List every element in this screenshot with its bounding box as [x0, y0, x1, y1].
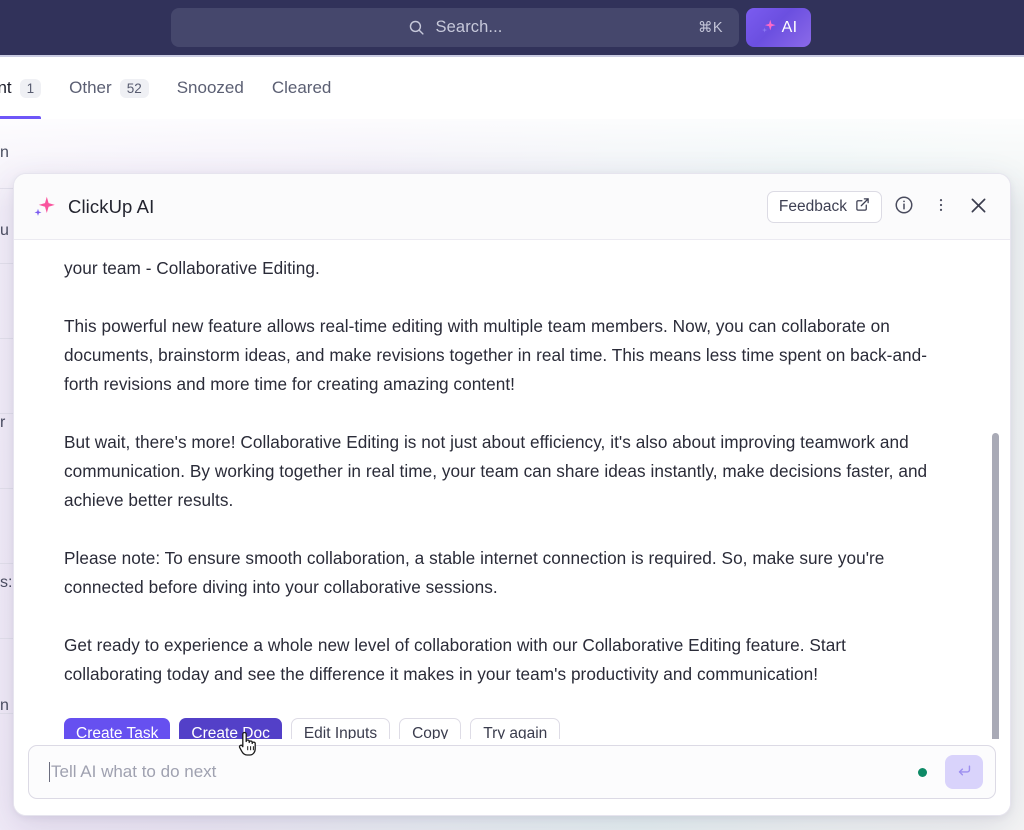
info-button[interactable] [889, 192, 919, 222]
ai-button-label: AI [782, 19, 798, 37]
modal-header-actions: Feedback [767, 191, 993, 223]
more-options-button[interactable] [926, 192, 956, 222]
copy-button[interactable]: Copy [399, 718, 461, 739]
external-link-icon [855, 197, 870, 217]
try-again-button[interactable]: Try again [470, 718, 560, 739]
modal-body: your team - Collaborative Editing. This … [14, 240, 1010, 739]
kebab-menu-icon [932, 196, 950, 217]
search-inner: Search... [408, 18, 503, 37]
ghost-fragment: n [0, 144, 14, 162]
top-bar: Search... ⌘K AI [0, 0, 1024, 55]
tab-label: ant [0, 78, 12, 98]
search-placeholder: Search... [436, 18, 503, 37]
ai-message: your team - Collaborative Editing. This … [64, 254, 968, 689]
ai-prompt-input[interactable]: Tell AI what to do next [28, 745, 996, 799]
ghost-fragment: r [0, 414, 14, 432]
send-button[interactable] [945, 755, 983, 789]
background-list-peek: n u r s: n [0, 119, 14, 830]
close-icon [968, 195, 989, 219]
info-circle-icon [894, 195, 914, 218]
tab-label: Snoozed [177, 78, 244, 98]
edit-inputs-button[interactable]: Edit Inputs [291, 718, 390, 739]
create-task-button[interactable]: Create Task [64, 718, 170, 739]
ghost-fragment: n [0, 697, 14, 715]
message-paragraph: This powerful new feature allows real-ti… [64, 312, 944, 399]
clickup-ai-modal: ClickUp AI Feedback [13, 173, 1011, 816]
ai-button[interactable]: AI [746, 8, 811, 47]
ai-action-buttons: Create Task Create Doc Edit Inputs Copy … [64, 718, 968, 739]
tab-label: Cleared [272, 78, 332, 98]
modal-title: ClickUp AI [68, 196, 154, 218]
status-dot [918, 768, 927, 777]
tab-cleared[interactable]: Cleared [258, 57, 346, 119]
enter-arrow-icon [956, 762, 973, 782]
ghost-fragment: s: [0, 574, 14, 592]
ghost-fragment: u [0, 222, 14, 240]
sparkle-icon [32, 195, 56, 219]
message-paragraph: your team - Collaborative Editing. [64, 254, 944, 283]
feedback-label: Feedback [779, 198, 847, 216]
composer-area: Tell AI what to do next [14, 739, 1010, 815]
text-caret [49, 762, 50, 782]
tab-label: Other [69, 78, 112, 98]
message-paragraph: Please note: To ensure smooth collaborat… [64, 544, 944, 602]
composer-placeholder: Tell AI what to do next [51, 762, 216, 782]
tab-important[interactable]: ant 1 [0, 57, 55, 119]
message-paragraph: Get ready to experience a whole new leve… [64, 631, 944, 689]
modal-title-wrap: ClickUp AI [32, 195, 154, 219]
tab-snoozed[interactable]: Snoozed [163, 57, 258, 119]
feedback-button[interactable]: Feedback [767, 191, 882, 223]
sparkle-icon [760, 18, 777, 38]
tab-badge: 52 [120, 79, 149, 98]
tab-strip: ant 1 Other 52 Snoozed Cleared [0, 57, 1024, 119]
tab-other[interactable]: Other 52 [55, 57, 163, 119]
search-shortcut-hint: ⌘K [698, 20, 723, 36]
vertical-scrollbar[interactable] [992, 433, 999, 739]
search-icon [408, 19, 425, 36]
message-paragraph: But wait, there's more! Collaborative Ed… [64, 428, 944, 515]
search-input[interactable]: Search... ⌘K [171, 8, 739, 47]
create-doc-button[interactable]: Create Doc [179, 718, 281, 739]
close-button[interactable] [963, 192, 993, 222]
tab-badge: 1 [20, 79, 42, 98]
modal-header: ClickUp AI Feedback [14, 174, 1010, 240]
